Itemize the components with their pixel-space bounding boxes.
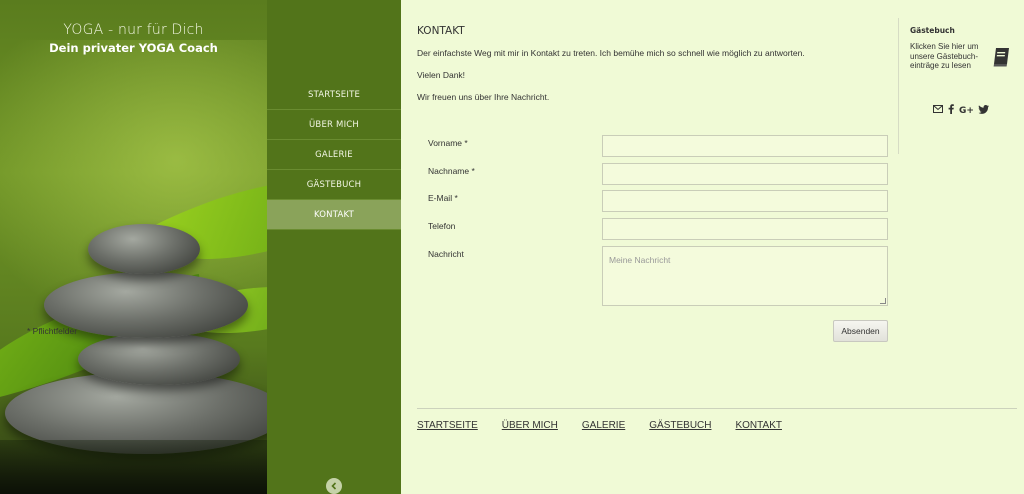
zen-stone [78, 333, 240, 385]
email-input[interactable] [602, 190, 888, 212]
telefon-input[interactable] [602, 218, 888, 240]
main-content: KONTAKT Der einfachste Weg mit mir in Ko… [401, 0, 898, 400]
telefon-label: Telefon [428, 221, 456, 231]
footer-nav: STARTSEITE ÜBER MICH GALERIE GÄSTEBUCH K… [417, 420, 782, 431]
footer-link-kontakt[interactable]: KONTAKT [735, 420, 781, 431]
nachricht-textarea[interactable] [602, 246, 888, 306]
main-nav: STARTSEITE ÜBER MICH GALERIE GÄSTEBUCH K… [267, 0, 401, 494]
google-plus-icon[interactable]: G+ [959, 104, 973, 114]
nav-item-startseite[interactable]: STARTSEITE [267, 80, 401, 110]
submit-button[interactable]: Absenden [833, 320, 888, 342]
footer-link-ueber-mich[interactable]: ÜBER MICH [502, 420, 558, 431]
hero-panel: YOGA - nur für Dich Dein privater YOGA C… [0, 0, 267, 494]
email-label: E-Mail * [428, 193, 458, 203]
nav-item-gaestebuch[interactable]: GÄSTEBUCH [267, 170, 401, 200]
closing-text: Wir freuen uns über Ihre Nachricht. [417, 92, 550, 102]
nav-item-ueber-mich[interactable]: ÜBER MICH [267, 110, 401, 140]
footer-link-gaestebuch[interactable]: GÄSTEBUCH [649, 420, 711, 431]
footer-link-galerie[interactable]: GALERIE [582, 420, 625, 431]
chevron-left-circle-icon[interactable] [326, 478, 342, 494]
intro-text: Der einfachste Weg mit mir in Kontakt zu… [417, 48, 805, 58]
nav-item-kontakt[interactable]: KONTAKT [267, 200, 401, 230]
envelope-icon[interactable] [933, 105, 943, 113]
vorname-label: Vorname * [428, 138, 468, 148]
site-subtitle: Dein privater YOGA Coach [49, 41, 218, 55]
footer-divider [417, 408, 1017, 409]
page-title: KONTAKT [417, 25, 465, 37]
book-icon[interactable] [991, 46, 1013, 73]
nachname-label: Nachname * [428, 166, 475, 176]
resize-handle[interactable] [880, 298, 886, 304]
facebook-icon[interactable] [948, 104, 954, 114]
footer-link-startseite[interactable]: STARTSEITE [417, 420, 478, 431]
thanks-text: Vielen Dank! [417, 70, 466, 80]
nachricht-label: Nachricht [428, 249, 464, 259]
svg-text:G+: G+ [959, 106, 973, 114]
zen-stone [88, 224, 200, 274]
water-surface [0, 440, 267, 494]
nachname-input[interactable] [602, 163, 888, 185]
site-title[interactable]: YOGA - nur für Dich [0, 22, 267, 38]
required-note: * Pflichtfelder [27, 326, 78, 336]
guestbook-link-text[interactable]: Klicken Sie hier um unsere Gästebuch-ein… [910, 42, 990, 71]
vorname-input[interactable] [602, 135, 888, 157]
social-icons: G+ [933, 104, 989, 114]
sidebar-title: Gästebuch [910, 26, 955, 35]
twitter-icon[interactable] [978, 104, 989, 114]
guestbook-sidebar: Gästebuch Klicken Sie hier um unsere Gäs… [898, 18, 1024, 154]
nav-item-galerie[interactable]: GALERIE [267, 140, 401, 170]
